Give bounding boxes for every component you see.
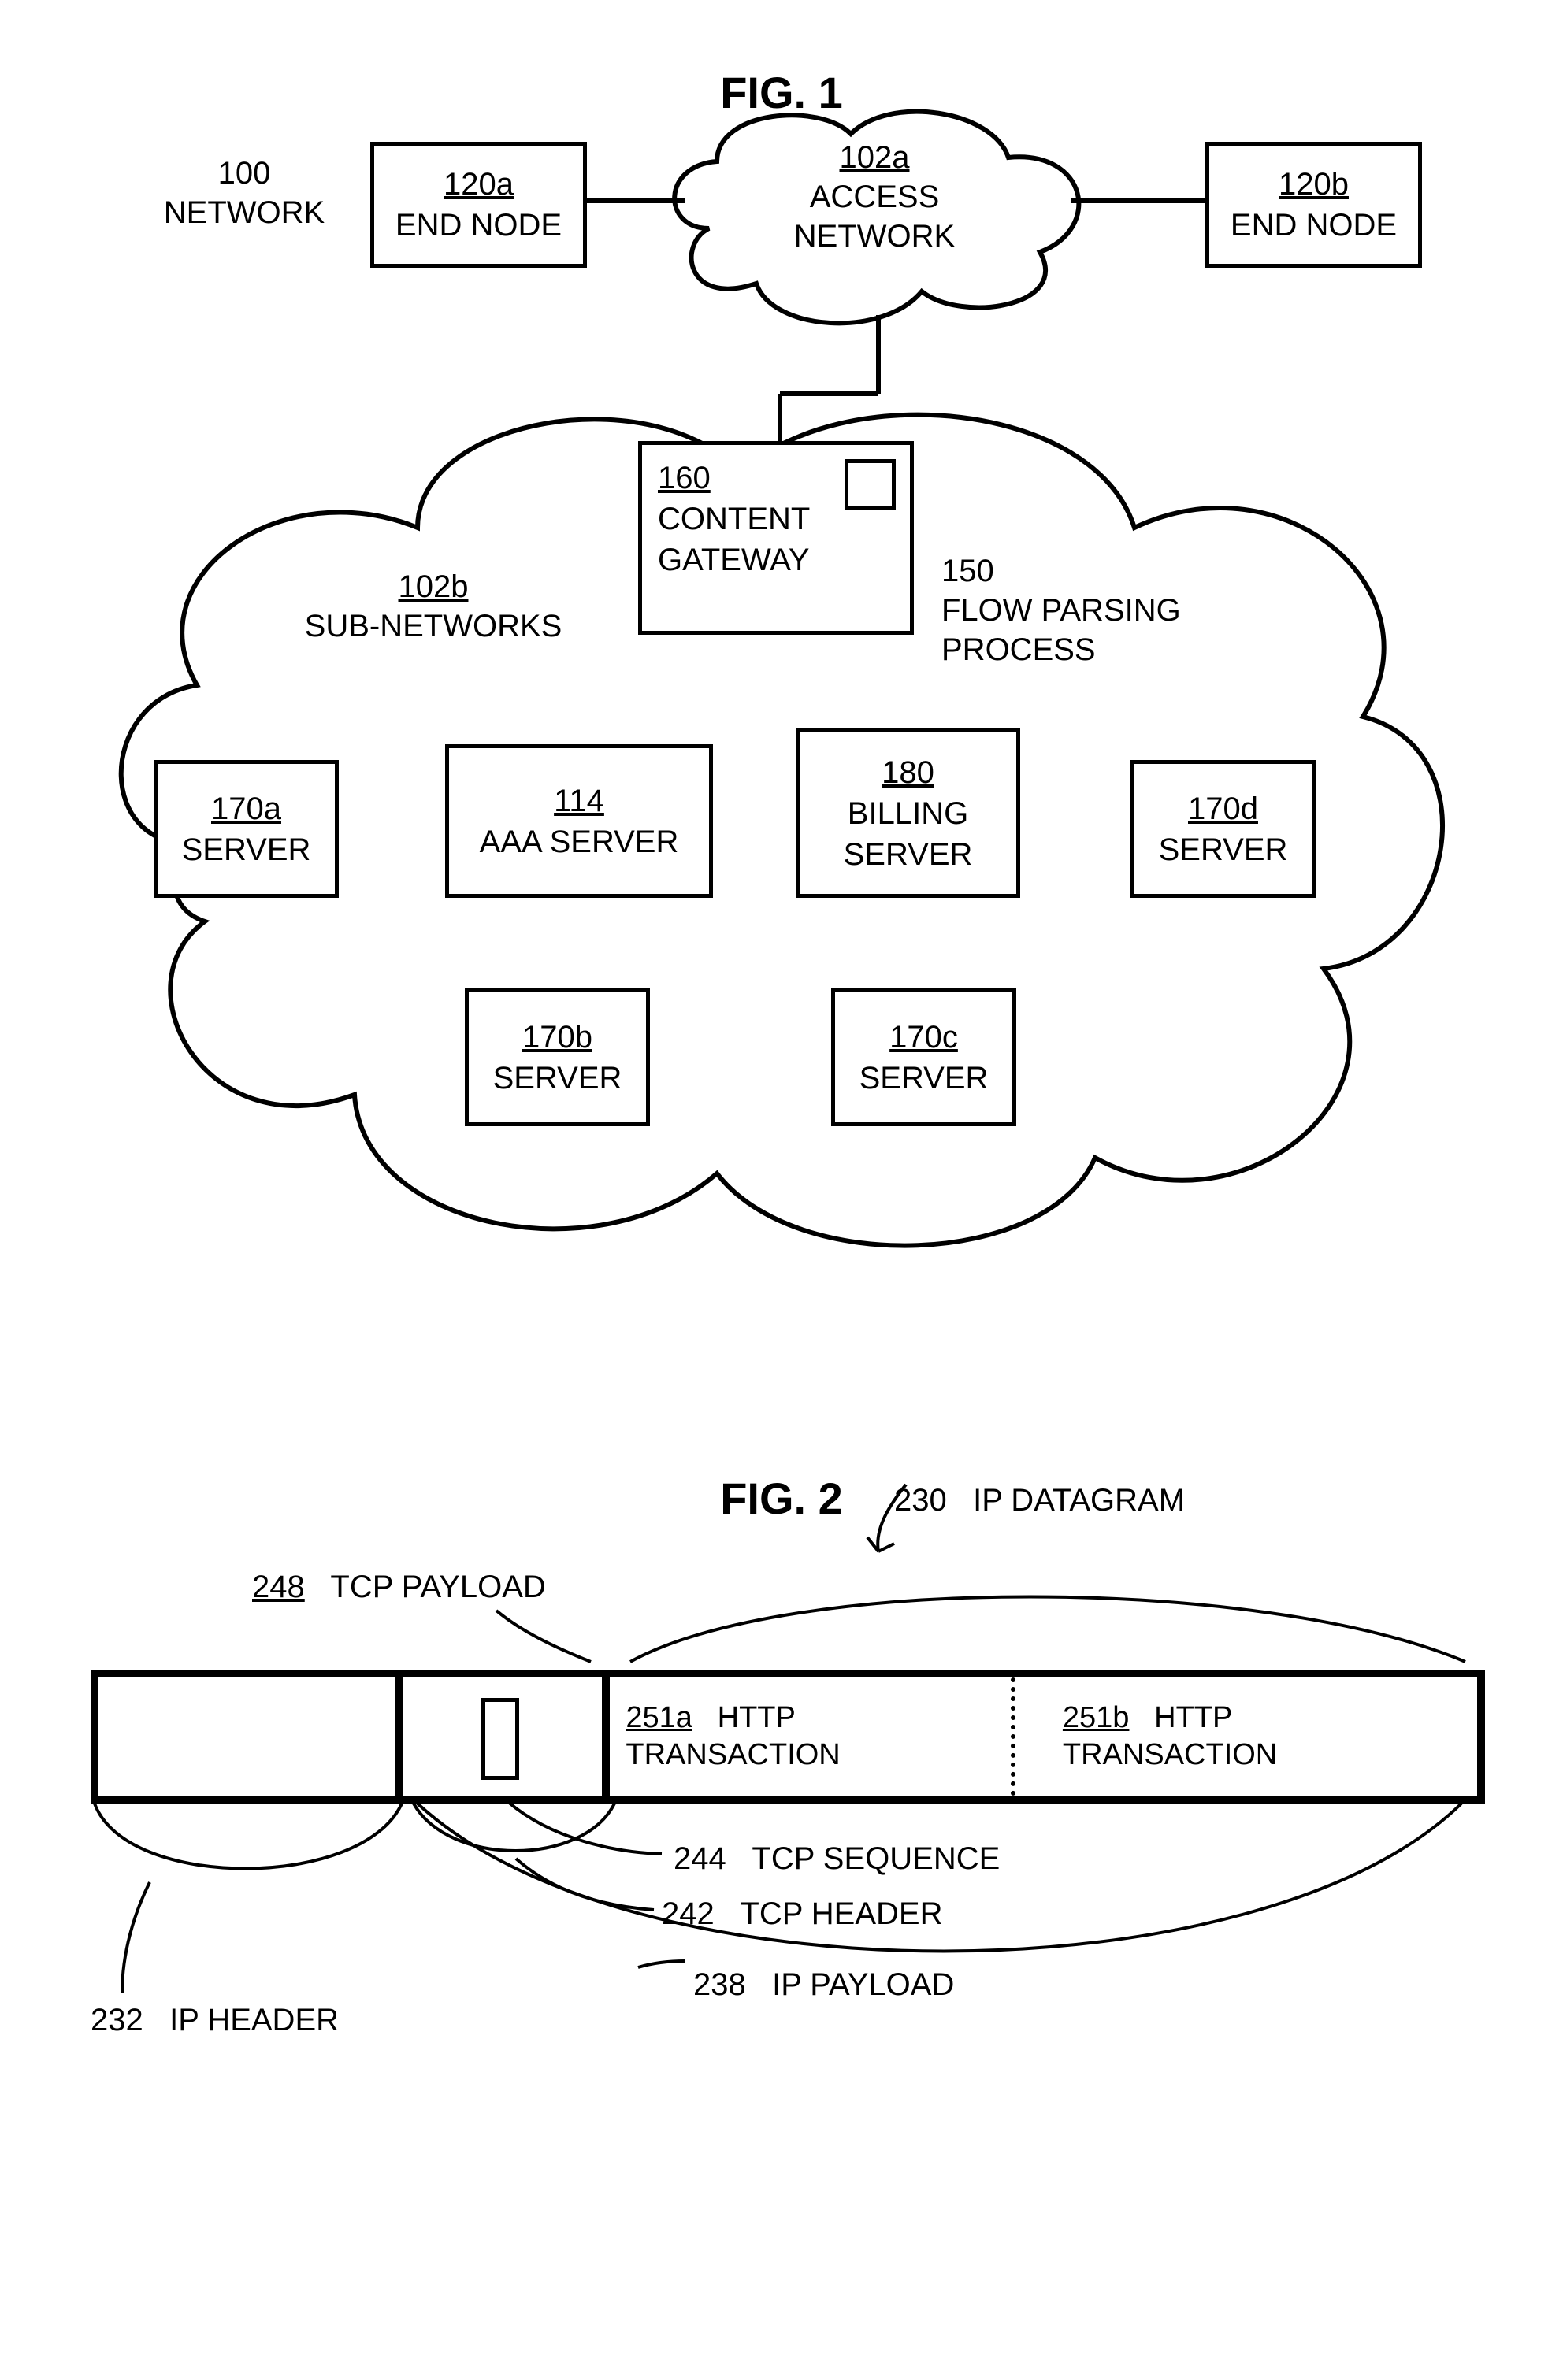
flow-parsing-icon xyxy=(845,459,896,510)
server-c-id: 170c xyxy=(889,1020,958,1055)
server-d: 170d SERVER xyxy=(1130,760,1316,898)
ip-datagram-bar: 251a HTTP TRANSACTION 251b HTTP TRANSACT… xyxy=(91,1670,1485,1804)
subnetworks-text: SUB-NETWORKS xyxy=(305,609,562,643)
server-b-label: SERVER xyxy=(493,1061,622,1095)
flow-parsing-l2: PROCESS xyxy=(941,632,1096,667)
aaa-server: 114 AAA SERVER xyxy=(445,744,713,898)
aaa-server-id: 114 xyxy=(554,784,604,818)
server-a-id: 170a xyxy=(211,791,281,826)
flow-parsing-l1: FLOW PARSING xyxy=(941,593,1181,628)
content-gateway-id: 160 xyxy=(658,461,711,495)
tcp-header-id: 242 xyxy=(662,1896,715,1931)
ip-header-label: 232 IP HEADER xyxy=(91,2000,339,2040)
billing-server-l2: SERVER xyxy=(844,837,973,872)
ip-datagram-text: IP DATAGRAM xyxy=(973,1483,1185,1518)
segment-ip-header xyxy=(98,1677,395,1796)
server-b-id: 170b xyxy=(522,1020,592,1055)
ip-payload-id: 238 xyxy=(693,1967,746,2002)
server-c: 170c SERVER xyxy=(831,988,1016,1126)
fig2-title: FIG. 2 xyxy=(0,1473,1563,1524)
aaa-server-label: AAA SERVER xyxy=(480,825,679,859)
http-b-l1: HTTP xyxy=(1154,1701,1232,1734)
flow-parsing-id: 150 xyxy=(941,554,994,588)
server-b: 170b SERVER xyxy=(465,988,650,1126)
ip-datagram-arrow-icon xyxy=(835,1473,930,1567)
segment-tcp-header xyxy=(395,1677,603,1796)
ip-payload-label: 238 IP PAYLOAD xyxy=(693,1965,954,2004)
billing-server-l1: BILLING xyxy=(848,796,968,831)
flow-parsing-label: 150 FLOW PARSING PROCESS xyxy=(941,551,1181,669)
content-gateway-l2: GATEWAY xyxy=(658,543,810,577)
billing-server-id: 180 xyxy=(882,755,934,790)
http-a-id: 251a xyxy=(626,1701,692,1734)
tcp-sequence-marker xyxy=(481,1698,519,1780)
tcp-header-label: 242 TCP HEADER xyxy=(662,1894,942,1933)
http-a-l1: HTTP xyxy=(718,1701,796,1734)
tcp-sequence-text: TCP SEQUENCE xyxy=(752,1841,1000,1876)
subnetworks-id: 102b xyxy=(399,569,469,604)
server-a: 170a SERVER xyxy=(154,760,339,898)
server-c-label: SERVER xyxy=(859,1061,989,1095)
ip-header-text: IP HEADER xyxy=(169,2003,339,2037)
tcp-header-text: TCP HEADER xyxy=(740,1896,942,1931)
ip-payload-text: IP PAYLOAD xyxy=(772,1967,954,2002)
billing-server: 180 BILLING SERVER xyxy=(796,728,1020,898)
tcp-sequence-id: 244 xyxy=(674,1841,726,1876)
http-b-l2: TRANSACTION xyxy=(1063,1738,1277,1771)
content-gateway-l1: CONTENT xyxy=(658,502,810,536)
segment-http-b: 251b HTTP TRANSACTION xyxy=(1011,1677,1477,1796)
subnetworks-label: 102b SUB-NETWORKS xyxy=(291,567,575,646)
ip-datagram-label: 230 IP DATAGRAM xyxy=(894,1481,1185,1520)
tcp-sequence-label: 244 TCP SEQUENCE xyxy=(674,1839,1000,1878)
segment-http-a: 251a HTTP TRANSACTION xyxy=(602,1677,1011,1796)
server-d-label: SERVER xyxy=(1159,832,1288,867)
http-b-id: 251b xyxy=(1063,1701,1130,1734)
ip-header-id: 232 xyxy=(91,2003,143,2037)
http-a-l2: TRANSACTION xyxy=(626,1738,840,1771)
server-a-label: SERVER xyxy=(182,832,311,867)
content-gateway: 160 CONTENT GATEWAY xyxy=(638,441,914,635)
server-d-id: 170d xyxy=(1188,791,1258,826)
